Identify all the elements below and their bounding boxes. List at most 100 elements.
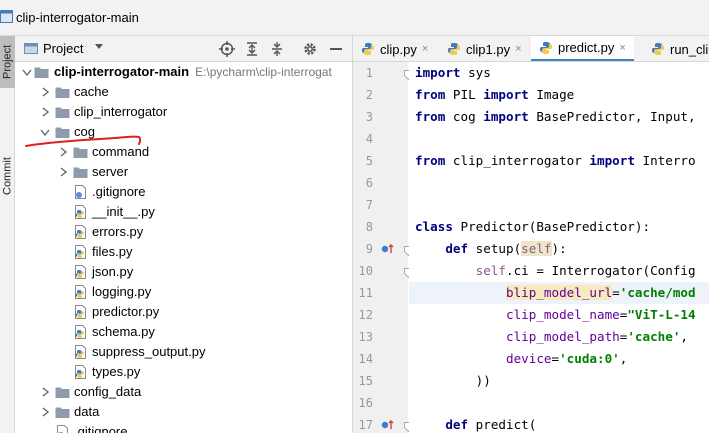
folder-icon — [73, 167, 88, 178]
python-file-icon — [75, 325, 86, 339]
tree-root-row[interactable]: clip-interrogator-main E:\pycharm\clip-in… — [15, 62, 352, 82]
expanded-arrow-icon[interactable] — [22, 67, 32, 77]
tab-predict-py[interactable]: predict.py × — [531, 36, 634, 61]
tree-file-row[interactable]: suppress_output.py — [15, 342, 352, 362]
tree-item-label: logging.py — [92, 284, 152, 299]
collapse-all-icon[interactable] — [268, 40, 286, 58]
tab-label: clip.py — [380, 41, 417, 57]
tree-file-row[interactable]: predictor.py — [15, 302, 352, 322]
line-number: 3 — [365, 110, 373, 124]
line-number: 11 — [358, 286, 373, 300]
tab-clip-py[interactable]: clip.py × — [361, 36, 428, 61]
app-window-icon — [0, 10, 13, 23]
locate-file-icon[interactable] — [218, 40, 236, 58]
line-number: 15 — [358, 374, 373, 388]
tree-item-label: files.py — [92, 244, 133, 259]
collapsed-arrow-icon[interactable] — [40, 407, 50, 417]
tab-clip1-py[interactable]: clip1.py × — [447, 36, 522, 61]
folder-icon — [55, 107, 70, 118]
tree-item-label: predictor.py — [92, 304, 160, 319]
python-file-icon — [75, 285, 86, 299]
python-file-icon — [652, 43, 664, 55]
override-marker-icon[interactable] — [381, 243, 395, 255]
tree-folder-row[interactable]: clip_interrogator — [15, 102, 352, 122]
code-line-1: import sys — [415, 65, 491, 80]
line-number: 10 — [358, 264, 373, 278]
tree-item-label: config_data — [74, 384, 142, 399]
project-tool-tab[interactable]: Project — [0, 36, 15, 88]
python-file-icon — [362, 43, 374, 55]
tree-file-row[interactable]: schema.py — [15, 322, 352, 342]
tab-label: run_cli.py — [670, 41, 709, 57]
tree-file-row[interactable]: .gitignore — [15, 182, 352, 202]
tree-item-label: types.py — [92, 364, 141, 379]
line-number: 9 — [365, 242, 373, 256]
close-tab-icon[interactable]: × — [515, 43, 521, 55]
line-number: 7 — [365, 198, 373, 212]
tree-item-label: json.py — [92, 264, 134, 279]
code-line-3: from cog import BasePredictor, Input, — [415, 109, 696, 124]
collapsed-arrow-icon[interactable] — [58, 167, 68, 177]
project-root-path: E:\pycharm\clip-interrogat — [195, 65, 332, 79]
chevron-down-icon[interactable] — [94, 43, 104, 51]
tree-item-label: __init__.py — [92, 204, 155, 219]
tab-label: predict.py — [558, 40, 615, 55]
tree-folder-row[interactable]: cog — [15, 122, 352, 142]
gear-icon[interactable] — [301, 40, 319, 58]
tree-file-row[interactable]: errors.py — [15, 222, 352, 242]
tab-label: clip1.py — [466, 41, 511, 57]
python-file-icon — [75, 265, 86, 279]
tree-folder-row[interactable]: config_data — [15, 382, 352, 402]
close-tab-icon[interactable]: × — [422, 43, 428, 55]
tree-item-label: cache — [74, 84, 109, 99]
tree-file-row[interactable]: __init__.py — [15, 202, 352, 222]
collapsed-arrow-icon[interactable] — [58, 147, 68, 157]
folder-icon — [73, 147, 88, 158]
python-file-icon — [448, 43, 460, 55]
folder-icon — [55, 127, 70, 138]
close-tab-icon[interactable]: × — [619, 42, 625, 54]
expand-all-icon[interactable] — [243, 40, 261, 58]
commit-tool-tab[interactable]: Commit — [0, 148, 15, 204]
folder-icon — [55, 387, 70, 398]
code-line-9: def setup(self): — [445, 241, 567, 256]
project-panel-title[interactable]: Project — [43, 41, 83, 56]
editor-gutter: 1 2 3 4 5 6 7 8 9 10 11 12 13 14 15 16 17 — [352, 62, 413, 433]
code-line-10: self.ci = Interrogator(Config — [475, 263, 696, 278]
line-number: 12 — [358, 308, 373, 322]
tree-file-row[interactable]: .gitignore — [15, 422, 352, 433]
folder-icon — [34, 67, 49, 78]
tree-file-row[interactable]: json.py — [15, 262, 352, 282]
text-file-icon — [57, 425, 68, 433]
collapsed-arrow-icon[interactable] — [40, 107, 50, 117]
hide-panel-icon[interactable] — [327, 40, 345, 58]
code-line-14: device='cuda:0', — [506, 351, 628, 366]
line-number: 1 — [365, 66, 373, 80]
tree-folder-row[interactable]: server — [15, 162, 352, 182]
tree-item-label: suppress_output.py — [92, 344, 206, 359]
python-file-icon — [540, 41, 552, 54]
tree-folder-row[interactable]: data — [15, 402, 352, 422]
tree-file-row[interactable]: types.py — [15, 362, 352, 382]
code-line-12: clip_model_name="ViT-L-14 — [506, 307, 696, 322]
collapsed-arrow-icon[interactable] — [40, 387, 50, 397]
code-line-5: from clip_interrogator import Interro — [415, 153, 696, 168]
python-file-icon — [75, 305, 86, 319]
line-number: 8 — [365, 220, 373, 234]
override-marker-icon[interactable] — [381, 419, 395, 431]
tree-file-row[interactable]: logging.py — [15, 282, 352, 302]
tree-item-label: .gitignore — [92, 184, 146, 199]
tree-item-label: schema.py — [92, 324, 155, 339]
code-editor[interactable]: import sys from PIL import Image from co… — [409, 62, 709, 433]
tree-folder-row[interactable]: cache — [15, 82, 352, 102]
code-line-13: clip_model_path='cache', — [506, 329, 688, 344]
line-number: 6 — [365, 176, 373, 190]
tree-folder-row[interactable]: command — [15, 142, 352, 162]
tree-item-label: errors.py — [92, 224, 144, 239]
expanded-arrow-icon[interactable] — [40, 127, 50, 137]
tree-file-row[interactable]: files.py — [15, 242, 352, 262]
collapsed-arrow-icon[interactable] — [40, 87, 50, 97]
folder-icon — [55, 87, 70, 98]
code-line-17: def predict( — [445, 417, 537, 432]
tab-run-cli-py[interactable]: run_cli.py — [651, 36, 709, 61]
